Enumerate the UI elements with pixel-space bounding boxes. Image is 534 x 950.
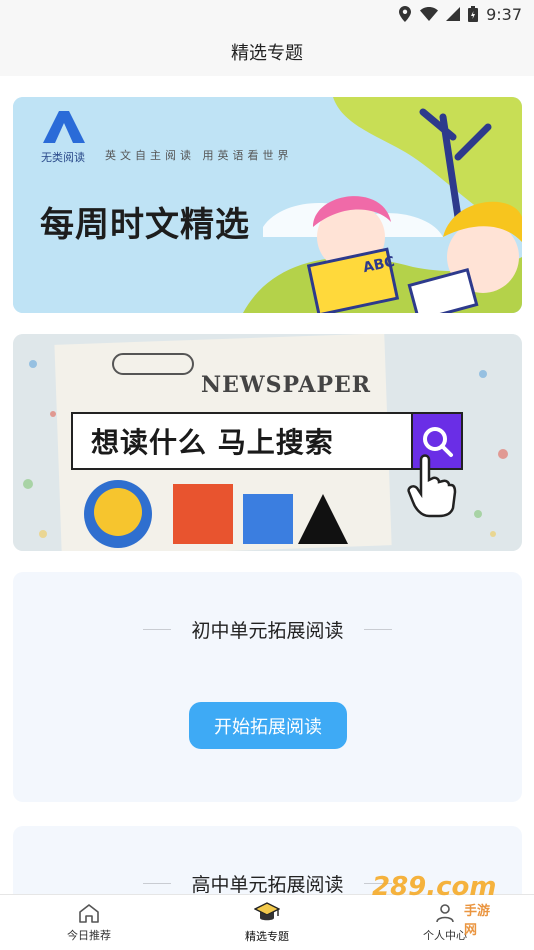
bottom-nav: 今日推荐 精选专题 个人中心 — [0, 894, 534, 950]
watermark-cn: 手游网 — [464, 904, 491, 938]
card-title: 初中单元拓展阅读 — [191, 620, 344, 642]
watermark-logo: 289.com 手游网 — [372, 872, 497, 938]
main-content[interactable]: 无类阅读 英文自主阅读 用英语看世界 每周时文精选 ABC NEWSPAPER … — [0, 76, 534, 894]
title-divider-left — [143, 883, 172, 884]
title-divider-left — [143, 629, 172, 630]
page-title: 精选专题 — [231, 43, 303, 64]
person-icon — [436, 903, 454, 922]
battery-icon — [468, 6, 479, 22]
signal-icon — [446, 7, 461, 21]
search-banner[interactable]: NEWSPAPER 想读什么 马上搜索 — [13, 334, 522, 551]
nav-today[interactable]: 今日推荐 — [0, 895, 178, 950]
home-icon — [79, 903, 99, 923]
wifi-icon — [420, 7, 439, 21]
junior-reading-card: 初中单元拓展阅读 开始拓展阅读 — [13, 572, 522, 802]
status-time: 9:37 — [486, 4, 522, 24]
brand-logo-icon — [43, 111, 85, 143]
nav-label: 今日推荐 — [67, 928, 111, 942]
status-bar: 9:37 — [0, 0, 534, 28]
graduation-cap-icon — [254, 901, 280, 920]
search-prompt-box[interactable]: 想读什么 马上搜索 — [71, 412, 463, 470]
watermark-text: 289.com — [372, 872, 497, 902]
brand-slogan: 英文自主阅读 用英语看世界 — [105, 149, 293, 162]
title-divider-right — [363, 629, 392, 630]
start-reading-button[interactable]: 开始拓展阅读 — [189, 702, 347, 749]
newspaper-title: NEWSPAPER — [201, 372, 372, 398]
card-title: 高中单元拓展阅读 — [191, 874, 344, 894]
nav-label: 精选专题 — [245, 929, 289, 943]
nav-featured[interactable]: 精选专题 — [178, 895, 356, 950]
nav-label: 个人中心 — [423, 928, 467, 942]
weekly-articles-banner[interactable]: 无类阅读 英文自主阅读 用英语看世界 每周时文精选 ABC — [13, 97, 522, 313]
search-prompt-text: 想读什么 马上搜索 — [91, 426, 334, 459]
brand-name: 无类阅读 — [41, 151, 85, 164]
banner-title: 每周时文精选 — [40, 205, 250, 245]
page-header: 精选专题 — [0, 28, 534, 76]
pointing-hand-icon — [407, 454, 457, 518]
location-icon — [398, 6, 412, 22]
nav-profile[interactable]: 个人中心 — [356, 895, 534, 950]
